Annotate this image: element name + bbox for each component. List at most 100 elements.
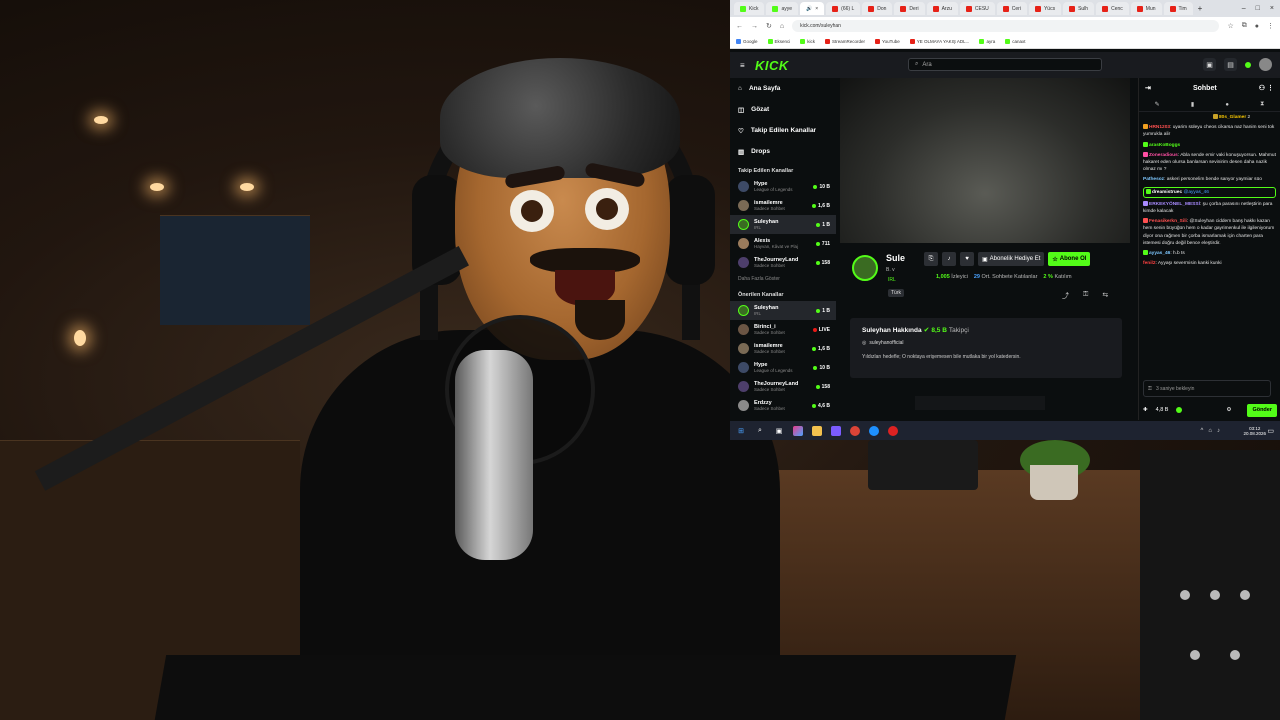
bookmark[interactable]: StreamRecorder: [825, 39, 865, 44]
pin-icon[interactable]: ✎: [1155, 101, 1160, 108]
recommended-channel[interactable]: ismailemre Sadece Sohbet 1,6 B: [730, 339, 836, 358]
streamer-name[interactable]: Sule: [886, 253, 905, 263]
browser-tab[interactable]: Arzu: [926, 2, 958, 15]
settings-icon[interactable]: ⚙: [1226, 407, 1231, 413]
inbox-icon[interactable]: ▣: [1203, 58, 1216, 71]
collapse-chat-icon[interactable]: ⇥: [1145, 84, 1151, 92]
record-icon[interactable]: [888, 425, 898, 436]
search-input[interactable]: ⌕ Ara: [908, 58, 1102, 71]
recommended-channel[interactable]: Erdzzy Sadece Sohbet 4,6 B: [730, 396, 836, 415]
drops-icon: ▥: [738, 148, 745, 156]
system-clock[interactable]: 03:12 20.08.2026: [1243, 426, 1266, 436]
hamburger-icon[interactable]: ≡: [740, 61, 745, 70]
browser-tab-active[interactable]: 🔊 ×: [800, 2, 825, 15]
file-explorer-icon[interactable]: [812, 425, 822, 436]
home-icon[interactable]: ⌂: [780, 23, 784, 30]
profile-icon[interactable]: ●: [1255, 23, 1259, 30]
star-icon[interactable]: ☆: [1227, 22, 1233, 30]
nav-home[interactable]: ⌂ Ana Sayfa: [730, 78, 836, 99]
bookmark[interactable]: Google: [736, 39, 758, 44]
follow-button[interactable]: ♥: [960, 252, 974, 266]
streamer-avatar[interactable]: [852, 255, 878, 281]
send-button[interactable]: Gönder: [1247, 403, 1277, 417]
chat-input[interactable]: ⚿ 3 saniye bekleyin: [1143, 380, 1271, 397]
browser-tab[interactable]: CESU: [959, 2, 995, 15]
browser-tab[interactable]: Mun: [1130, 2, 1162, 15]
notify-button[interactable]: ♪: [942, 252, 956, 266]
stream-tag[interactable]: Türk: [888, 289, 904, 297]
lock-icon[interactable]: ⚿: [1083, 291, 1088, 301]
browser-tab[interactable]: Kick: [734, 2, 765, 15]
clip-button[interactable]: ⎘: [924, 252, 938, 266]
search-icon[interactable]: ⌕: [755, 426, 765, 436]
browser-tab[interactable]: Ceri: [996, 2, 1027, 15]
chat-users-icon[interactable]: ⚇ ⋮: [1259, 84, 1274, 92]
followed-channel-selected[interactable]: Suleyhan IRL 1 B: [730, 215, 836, 234]
bookmark[interactable]: YouTube: [875, 39, 900, 44]
start-icon[interactable]: ⊞: [736, 426, 746, 436]
reload-icon[interactable]: ↻: [766, 22, 772, 30]
browser-tab[interactable]: Deri: [894, 2, 925, 15]
follower-label: Takipçi: [948, 327, 969, 334]
menu-icon[interactable]: ⋮: [1267, 22, 1274, 30]
raid-icon[interactable]: ⇆: [1102, 291, 1108, 301]
copilot-icon[interactable]: [793, 425, 803, 436]
recommended-channel[interactable]: Hype League of Legends 10 B: [730, 358, 836, 377]
notification-icon[interactable]: ▭: [1267, 427, 1274, 435]
kick-favicon-icon: [740, 5, 746, 12]
recommended-channel[interactable]: Birinci_i Sadece Sohbet LIVE: [730, 320, 836, 339]
browser-tab[interactable]: Tim: [1163, 2, 1193, 15]
trash-icon[interactable]: ▮: [1191, 101, 1194, 108]
followed-channel[interactable]: Alexis Hayvan, Kâvat ve Plaj 711: [730, 234, 836, 253]
extensions-icon[interactable]: ⧉: [1242, 22, 1247, 30]
recommended-channel-selected[interactable]: Suleyhan IRL 1 B: [730, 301, 836, 320]
chat-message: arasKoBoggs: [1143, 141, 1276, 149]
hourglass-icon[interactable]: ⧗: [1260, 101, 1264, 108]
browser-tab[interactable]: ayye: [766, 2, 799, 15]
browser-tab[interactable]: Sulh: [1063, 2, 1095, 15]
nav-following[interactable]: ♡ Takip Edilen Kanallar: [730, 120, 836, 141]
url-bar[interactable]: kick.com/suleyhan: [792, 20, 1220, 32]
app-icon[interactable]: [869, 425, 879, 436]
maximize-icon[interactable]: □: [1256, 5, 1260, 12]
followed-channel[interactable]: ismailemre Sadece Sohbet 1,6 B: [730, 196, 836, 215]
new-tab-button[interactable]: +: [1198, 4, 1203, 13]
bookmark[interactable]: YE OLMAYA YAKIŞ ADL...: [909, 39, 969, 44]
chrome-icon[interactable]: [850, 425, 860, 436]
user-avatar[interactable]: [1259, 58, 1272, 71]
channel-points[interactable]: 4,8 B: [1156, 407, 1169, 413]
instagram-link[interactable]: ◎ suleyhanofficial: [862, 340, 1110, 346]
share-icon[interactable]: ⤴: [1062, 291, 1069, 301]
bookmark[interactable]: kick: [800, 39, 815, 44]
network-icon[interactable]: ⌂: [1208, 428, 1212, 434]
notifications-icon[interactable]: ▤: [1224, 58, 1237, 71]
subscribe-button[interactable]: ☆ Abone Ol: [1048, 252, 1091, 266]
browser-tab[interactable]: Yücs: [1028, 2, 1062, 15]
show-more-link[interactable]: Daha Fazla Göster: [730, 272, 836, 286]
browser-tab[interactable]: Don: [862, 2, 893, 15]
kick-logo[interactable]: KICK: [755, 58, 789, 73]
followed-channel[interactable]: TheJourneyLand Sadece Sohbet 158: [730, 253, 836, 272]
back-icon[interactable]: ←: [736, 23, 743, 30]
close-icon[interactable]: ×: [815, 6, 818, 12]
close-window-icon[interactable]: ×: [1270, 5, 1274, 12]
minimize-icon[interactable]: –: [1242, 5, 1246, 12]
recommended-channel[interactable]: TheJourneyLand Sadece Sohbet 158: [730, 377, 836, 396]
nav-drops[interactable]: ▥ Drops: [730, 141, 836, 162]
gift-sub-button[interactable]: ▣ Abonelik Hediye Et: [978, 252, 1045, 266]
bookmark[interactable]: canaxt: [1005, 39, 1025, 44]
stream-category[interactable]: IRL: [888, 277, 896, 283]
browser-tab[interactable]: (66) L: [826, 2, 861, 15]
video-player[interactable]: [840, 78, 1130, 243]
nav-browse[interactable]: ◫ Gözat: [730, 99, 836, 120]
bookmark[interactable]: ayra: [979, 39, 995, 44]
bookmark[interactable]: Eksenci: [767, 39, 790, 44]
forward-icon[interactable]: →: [751, 23, 758, 30]
app-icon[interactable]: [831, 425, 841, 436]
volume-icon[interactable]: ♪: [1217, 428, 1220, 434]
chevron-up-icon[interactable]: ^: [1201, 428, 1204, 434]
task-view-icon[interactable]: ▣: [774, 426, 784, 436]
followed-channel[interactable]: Hype League of Legends 10 B: [730, 177, 836, 196]
chat-bubble-icon[interactable]: ●: [1225, 102, 1229, 108]
browser-tab[interactable]: Cenc: [1096, 2, 1129, 15]
